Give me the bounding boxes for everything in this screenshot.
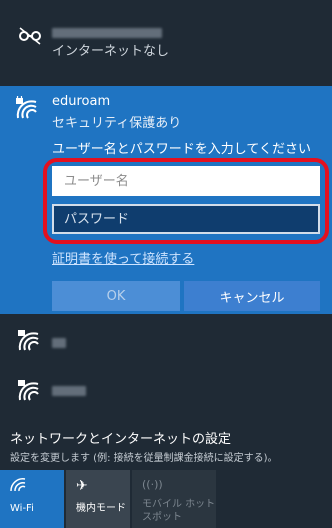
network-item-2[interactable] [0,314,332,364]
network-security: セキュリティ保護あり [52,116,182,131]
airplane-icon: ✈ [76,478,88,494]
tile-label: 機内モード [76,503,126,514]
no-internet-globe-icon [19,27,41,45]
wifi-icon [10,478,26,496]
hotspot-icon: ((·)) [142,478,163,491]
network-item-3[interactable] [0,364,332,418]
network-item-eduroam[interactable]: eduroam セキュリティ保護あり ユーザー名とパスワードを入力してください … [0,86,332,314]
wifi-secured-icon [16,96,37,119]
password-input[interactable] [52,204,320,234]
wifi-secured-icon [18,380,39,401]
network-settings-link[interactable]: ネットワークとインターネットの設定 [10,428,231,447]
wifi-secured-icon [18,330,39,351]
cancel-button[interactable]: キャンセル [184,281,320,311]
wifi-tile[interactable]: Wi-Fi [0,470,64,528]
network-ssid: eduroam [52,94,111,109]
username-input[interactable] [52,166,320,196]
network-settings-description: 設定を変更します (例: 接続を従量制課金接続に設定する)。 [10,453,278,464]
blurred-ssid [52,338,66,348]
credentials-prompt: ユーザー名とパスワードを入力してください [52,142,311,157]
network-status: インターネットなし [52,44,170,59]
network-item-top[interactable]: インターネットなし [0,0,332,82]
tile-label: モバイル ホットスポット [142,499,216,523]
ok-button[interactable]: OK [52,281,180,311]
airplane-mode-tile[interactable]: ✈ 機内モード [66,470,130,528]
blurred-ssid [52,28,162,38]
mobile-hotspot-tile[interactable]: ((·)) モバイル ホットスポット [132,470,216,528]
network-flyout: インターネットなし eduroam セキュリティ保護あり ユーザー名とパスワード… [0,0,332,528]
tile-label: Wi-Fi [10,503,34,514]
blurred-ssid [52,386,86,396]
connect-with-certificate-link[interactable]: 証明書を使って接続する [52,248,194,267]
